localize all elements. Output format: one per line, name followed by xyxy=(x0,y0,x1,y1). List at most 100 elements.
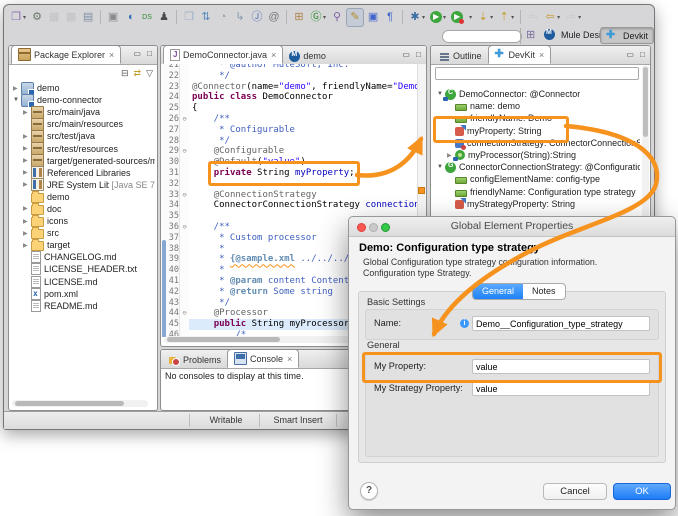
print-button[interactable]: ▤ xyxy=(80,9,96,26)
debug-gear-button[interactable]: ⚙ xyxy=(29,9,45,26)
package-explorer-item[interactable]: ▶src/test/resources xyxy=(9,142,155,154)
mark-occurrences-button[interactable]: ▣ xyxy=(365,9,381,26)
tab-problems[interactable]: Problems xyxy=(163,352,227,368)
deploy-button[interactable]: ◔ xyxy=(215,9,231,26)
tab-demo[interactable]: demo xyxy=(283,48,332,64)
screen-capture-button[interactable]: ▣ xyxy=(105,9,121,26)
fetch-remote-button[interactable]: ⇅ xyxy=(198,9,214,26)
cancel-button[interactable]: Cancel xyxy=(543,483,607,500)
devkit-item[interactable]: name: demo xyxy=(433,100,640,112)
tab-console[interactable]: Console× xyxy=(227,349,299,368)
dialog-tab-general[interactable]: General xyxy=(473,284,523,299)
package-explorer-item[interactable]: ▶target/generated-sources/mule xyxy=(9,155,155,167)
datasense-button[interactable]: DS xyxy=(139,9,155,26)
devkit-item[interactable]: ▶myProcessor(String):String xyxy=(433,149,640,161)
run-server-button[interactable]: ▶▾ xyxy=(449,9,474,26)
copy-button[interactable]: ❒ xyxy=(181,9,197,26)
devkit-filter-input[interactable] xyxy=(435,67,639,80)
devkit-item[interactable]: ▼ConnectorConnectionStrategy: @Configura… xyxy=(433,161,640,173)
annotation-button[interactable]: @ xyxy=(266,9,282,26)
panel-window-buttons[interactable]: ▭ □ xyxy=(626,50,647,59)
tab-democonnector-java[interactable]: DemoConnector.java× xyxy=(163,45,283,64)
expand-arrow-icon[interactable]: ▼ xyxy=(437,164,445,170)
fold-collapse-icon[interactable]: ⊖ xyxy=(179,146,189,157)
fold-collapse-icon[interactable]: ⊖ xyxy=(179,190,189,201)
last-edit-location-button[interactable]: ✎ xyxy=(346,8,364,27)
package-explorer-item[interactable]: ▶JRE System Library [Java SE 7 xyxy=(9,179,155,191)
package-explorer-item[interactable]: demo xyxy=(9,191,155,203)
fold-collapse-icon[interactable]: ⊖ xyxy=(179,222,189,233)
package-explorer-item[interactable]: ▶demo xyxy=(9,82,155,94)
devkit-item[interactable]: connectionStrategy: ConnectorConnectionS… xyxy=(433,137,640,149)
package-explorer-item[interactable]: ▶src/main/java xyxy=(9,106,155,118)
search-input[interactable] xyxy=(442,30,522,43)
warning-marker-icon[interactable] xyxy=(418,187,425,194)
package-explorer-item[interactable]: pom.xml xyxy=(9,288,155,300)
collapse-arrow-icon[interactable]: ▶ xyxy=(23,109,31,116)
package-explorer-item[interactable]: ▶Referenced Libraries xyxy=(9,167,155,179)
expand-arrow-icon[interactable]: ▼ xyxy=(13,97,21,103)
save-all-button[interactable]: ▩ xyxy=(63,9,79,26)
fold-collapse-icon[interactable]: ⊖ xyxy=(179,308,189,319)
perspective-devkit-button[interactable]: Devkit xyxy=(600,27,654,44)
ok-button[interactable]: OK xyxy=(613,483,671,500)
package-explorer-item[interactable]: ▼demo-connector xyxy=(9,94,155,106)
close-tab-icon[interactable]: × xyxy=(109,50,114,60)
package-explorer-item[interactable]: README.md xyxy=(9,300,155,312)
close-tab-icon[interactable]: × xyxy=(271,50,276,60)
view-menu-icon[interactable]: ▽ xyxy=(146,68,153,79)
package-explorer-item[interactable]: ▶icons xyxy=(9,215,155,227)
help-button[interactable]: ? xyxy=(360,482,378,500)
scrollbar-thumb[interactable] xyxy=(15,401,124,406)
pull-button[interactable]: ⇣▾ xyxy=(475,9,495,26)
devkit-item[interactable]: friendlyName: Configuration type strateg… xyxy=(433,186,640,198)
back-history-button[interactable]: ⇦ xyxy=(525,9,541,26)
user-lock-button[interactable]: ♟ xyxy=(156,9,172,26)
forward-button[interactable]: ⇨▾ xyxy=(563,9,583,26)
generate-button[interactable]: Ⓖ▾ xyxy=(308,9,328,26)
package-explorer-item[interactable]: ▶target xyxy=(9,239,155,251)
devkit-item[interactable]: ▼DemoConnector: @Connector xyxy=(433,88,640,100)
new-wizard-button[interactable]: ❐▾ xyxy=(8,9,28,26)
new-package-button[interactable]: ⊞ xyxy=(291,9,307,26)
collapse-arrow-icon[interactable]: ▶ xyxy=(23,157,31,164)
devkit-item[interactable]: myProperty: String xyxy=(433,125,640,137)
package-explorer-item[interactable]: LICENSE_HEADER.txt xyxy=(9,263,155,275)
devkit-item[interactable]: configElementName: config-type xyxy=(433,173,640,185)
collapse-arrow-icon[interactable]: ▶ xyxy=(23,169,31,176)
run-button[interactable]: ▶▾ xyxy=(428,9,448,26)
my-property-field[interactable] xyxy=(472,359,650,374)
package-explorer-item[interactable]: ▶doc xyxy=(9,203,155,215)
collapse-arrow-icon[interactable]: ▶ xyxy=(13,85,21,92)
save-button[interactable]: ▦ xyxy=(46,9,62,26)
devkit-item[interactable]: friendlyName: Demo xyxy=(433,112,640,124)
collapse-arrow-icon[interactable]: ▶ xyxy=(23,133,31,140)
step-button[interactable]: ↳ xyxy=(232,9,248,26)
panel-window-buttons[interactable]: ▭ □ xyxy=(133,49,154,58)
show-whitespace-button[interactable]: ¶ xyxy=(382,9,398,26)
back-button[interactable]: ⇦▾ xyxy=(542,9,562,26)
open-perspective-icon[interactable]: ⊞ xyxy=(526,28,535,41)
collapse-arrow-icon[interactable]: ▶ xyxy=(23,181,31,188)
fold-collapse-icon[interactable]: ⊖ xyxy=(179,114,189,125)
search-button[interactable]: ⚲ xyxy=(329,9,345,26)
dialog-title-bar[interactable]: Global Element Properties xyxy=(349,217,675,237)
collapse-arrow-icon[interactable]: ▶ xyxy=(23,218,31,225)
scrollbar-thumb[interactable] xyxy=(643,67,648,137)
panel-window-buttons[interactable]: ▭ □ xyxy=(402,50,423,59)
devkit-item[interactable]: myStrategyProperty: String xyxy=(433,198,640,210)
package-explorer-item[interactable]: CHANGELOG.md xyxy=(9,251,155,263)
link-with-editor-icon[interactable]: ⇄ xyxy=(134,68,142,79)
close-tab-icon[interactable]: × xyxy=(539,50,544,60)
scrollbar-thumb[interactable] xyxy=(167,337,280,342)
tab-package-explorer[interactable]: Package Explorer × xyxy=(11,45,121,64)
name-field[interactable] xyxy=(472,316,650,331)
package-explorer-item[interactable]: ▶src/test/java xyxy=(9,130,155,142)
mule-studio-button[interactable]: ◖ xyxy=(122,9,138,26)
collapse-arrow-icon[interactable]: ▶ xyxy=(23,145,31,152)
close-tab-icon[interactable]: × xyxy=(287,354,292,364)
dialog-tab-notes[interactable]: Notes xyxy=(523,284,565,299)
java-class-button[interactable]: Ⓙ xyxy=(249,9,265,26)
tab-devkit[interactable]: DevKit× xyxy=(488,45,552,64)
package-explorer-item[interactable]: ▶src xyxy=(9,227,155,239)
